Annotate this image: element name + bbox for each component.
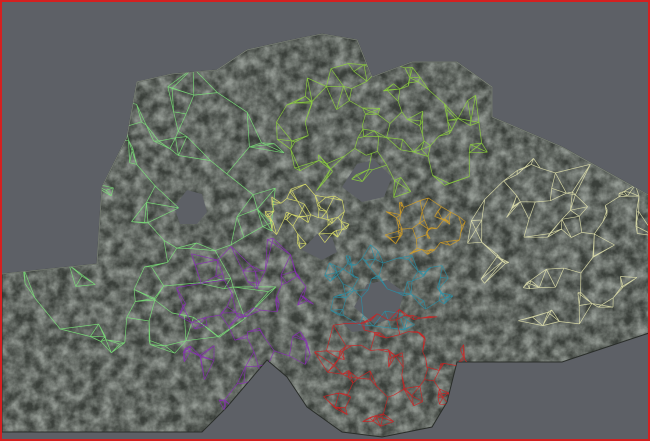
3d-viewport[interactable]	[0, 0, 650, 441]
terrain-mesh-scene	[2, 33, 648, 438]
